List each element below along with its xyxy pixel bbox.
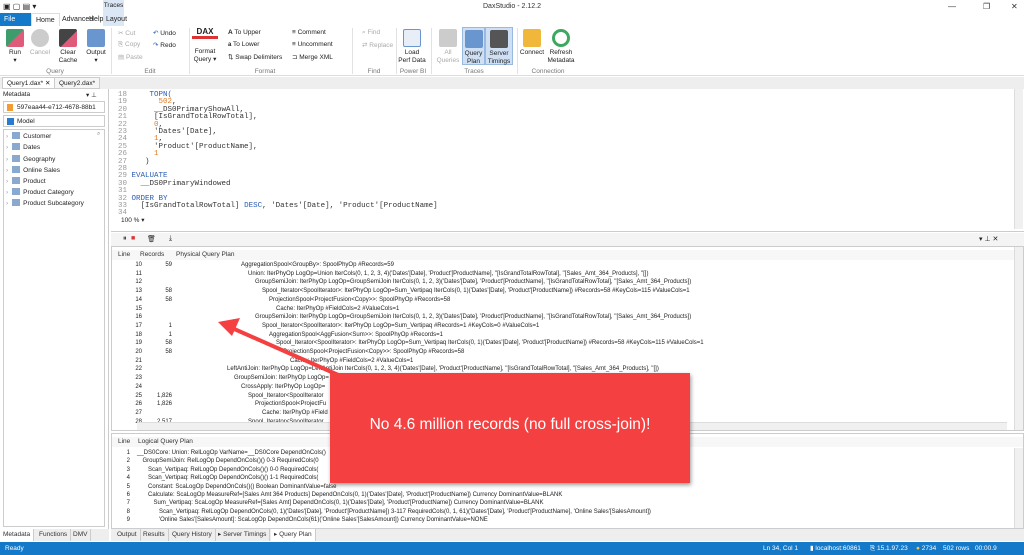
annotation-callout: No 4.6 million records (no full cross-jo…	[330, 373, 690, 483]
